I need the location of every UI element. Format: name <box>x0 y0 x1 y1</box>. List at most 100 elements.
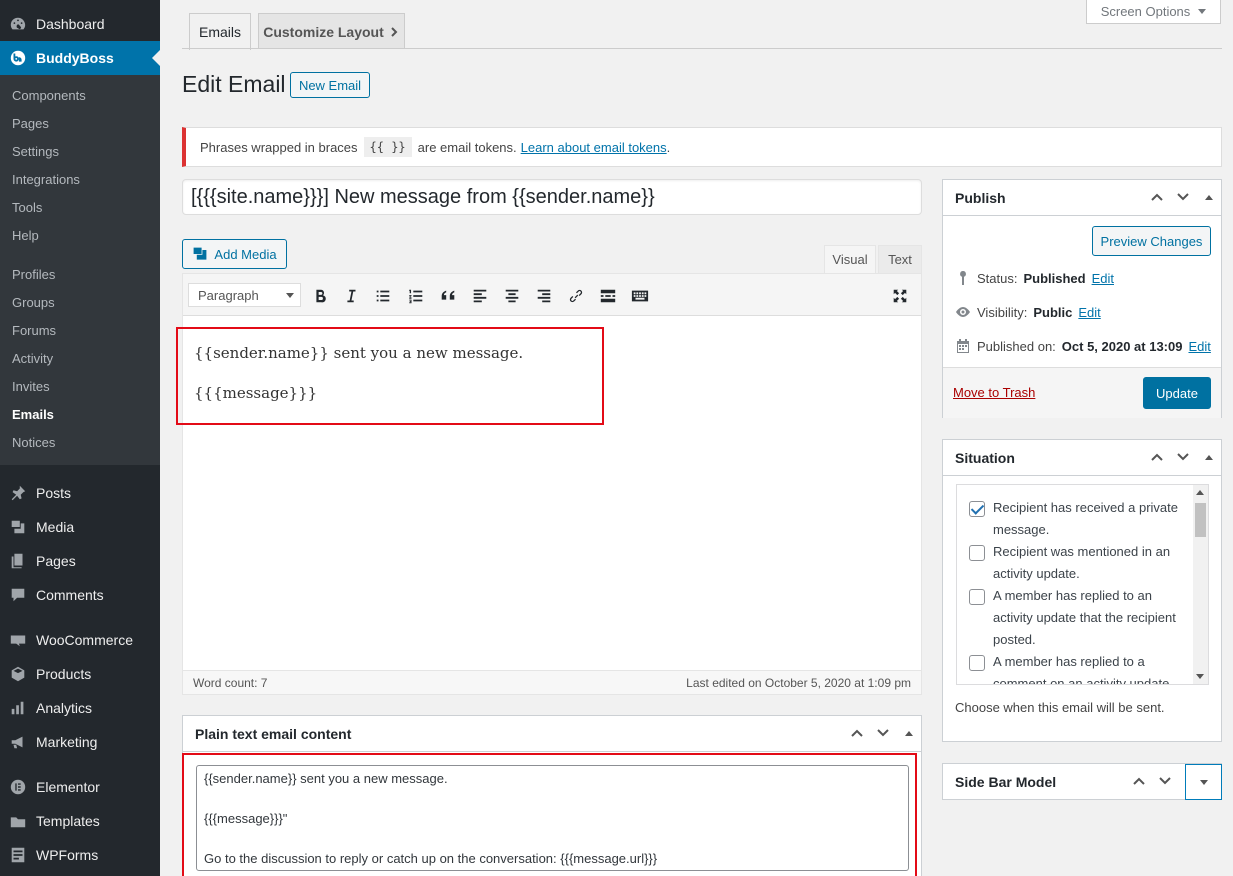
postbox-controls <box>849 725 913 741</box>
chevron-down-icon[interactable] <box>1157 773 1173 789</box>
chevron-down-icon[interactable] <box>875 725 891 741</box>
tab-divider <box>182 48 1222 49</box>
chevron-down-icon[interactable] <box>1175 449 1191 465</box>
fullscreen-button[interactable] <box>887 283 913 309</box>
wpforms-icon <box>0 846 36 864</box>
link-icon <box>569 289 583 303</box>
blockquote-button[interactable] <box>435 283 461 309</box>
sidebar-item-products[interactable]: Products <box>0 657 160 691</box>
submenu-item-help[interactable]: Help <box>12 226 39 246</box>
submenu-item-tools[interactable]: Tools <box>12 198 42 218</box>
align-center-button[interactable] <box>499 283 525 309</box>
editor-toolbar: Paragraph <box>183 274 921 316</box>
sidebar-item-label: Comments <box>36 587 104 603</box>
published-edit-link[interactable]: Edit <box>1188 339 1210 354</box>
submenu-item-settings[interactable]: Settings <box>12 142 59 162</box>
align-right-button[interactable] <box>531 283 557 309</box>
collapse-toggle-icon[interactable] <box>905 730 913 736</box>
update-button[interactable]: Update <box>1143 377 1211 409</box>
situation-checkbox[interactable] <box>969 655 985 671</box>
scroll-up-icon[interactable] <box>1196 490 1204 495</box>
scrollbar-thumb[interactable] <box>1195 503 1206 537</box>
align-left-button[interactable] <box>467 283 493 309</box>
italic-icon <box>347 289 356 303</box>
media-icon <box>0 518 36 536</box>
sidebar-item-media[interactable]: Media <box>0 510 160 544</box>
expand-toggle-button[interactable] <box>1185 764 1222 800</box>
situation-checkbox[interactable] <box>969 501 985 517</box>
email-subject-input[interactable]: [{{{site.name}}}] New message from {{sen… <box>182 179 922 215</box>
sidebar-item-analytics[interactable]: Analytics <box>0 691 160 725</box>
chevron-up-icon[interactable] <box>1131 773 1147 789</box>
sidebar-item-label: Products <box>36 666 92 682</box>
submenu-item-forums[interactable]: Forums <box>12 321 56 341</box>
admin-sidebar: Dashboard BuddyBoss Components Pages Set… <box>0 0 160 876</box>
submenu-item-invites[interactable]: Invites <box>12 377 50 397</box>
situation-checkbox[interactable] <box>969 589 985 605</box>
sidebar-item-dashboard[interactable]: Dashboard <box>0 7 160 41</box>
submenu-item-pages[interactable]: Pages <box>12 114 49 134</box>
sidebar-item-elementor[interactable]: Elementor <box>0 770 160 804</box>
submenu-item-integrations[interactable]: Integrations <box>12 170 80 190</box>
comments-icon <box>0 586 36 604</box>
woocommerce-icon <box>0 631 36 649</box>
tab-visual[interactable]: Visual <box>824 245 876 273</box>
sidebar-item-buddyboss[interactable]: BuddyBoss <box>0 41 160 75</box>
italic-button[interactable] <box>338 283 364 309</box>
collapse-toggle-icon[interactable] <box>1205 194 1213 200</box>
sidebar-item-comments[interactable]: Comments <box>0 578 160 612</box>
add-media-button[interactable]: Add Media <box>182 239 287 269</box>
bold-button[interactable] <box>307 283 333 309</box>
collapse-toggle-icon[interactable] <box>1205 454 1213 460</box>
chevron-up-icon[interactable] <box>849 725 865 741</box>
move-to-trash-link[interactable]: Move to Trash <box>953 385 1035 400</box>
chevron-up-icon[interactable] <box>1149 189 1165 205</box>
toolbar-toggle-button[interactable] <box>627 283 653 309</box>
submenu-item-emails[interactable]: Emails <box>12 405 54 425</box>
insert-link-button[interactable] <box>563 283 589 309</box>
pin-icon <box>960 271 966 285</box>
submenu-item-components[interactable]: Components <box>12 86 86 106</box>
submenu-item-activity[interactable]: Activity <box>12 349 53 369</box>
situation-item[interactable]: A member has replied to a comment on an … <box>969 651 1189 684</box>
screen-options-button[interactable]: Screen Options <box>1086 0 1221 24</box>
submenu-item-profiles[interactable]: Profiles <box>12 265 55 285</box>
chevron-up-icon[interactable] <box>1149 449 1165 465</box>
learn-tokens-link[interactable]: Learn about email tokens <box>521 140 667 155</box>
sidebar-item-posts[interactable]: Posts <box>0 476 160 510</box>
bullet-list-button[interactable] <box>370 283 396 309</box>
elementor-icon <box>0 778 36 796</box>
sidebar-item-label: Dashboard <box>36 16 105 32</box>
sidebar-item-pages[interactable]: Pages <box>0 544 160 578</box>
sidebar-item-templates[interactable]: Templates <box>0 804 160 838</box>
tab-emails[interactable]: Emails <box>189 13 251 50</box>
sidebar-item-wpforms[interactable]: WPForms <box>0 838 160 872</box>
situation-item[interactable]: Recipient has received a private message… <box>969 497 1189 541</box>
chevron-down-icon[interactable] <box>1175 189 1191 205</box>
submenu-item-groups[interactable]: Groups <box>12 293 55 313</box>
format-select[interactable]: Paragraph <box>188 283 301 307</box>
notice-text: Phrases wrapped in braces <box>200 139 358 155</box>
situation-checkbox[interactable] <box>969 545 985 561</box>
sidebar-item-woocommerce[interactable]: WooCommerce <box>0 623 160 657</box>
tab-customize-layout[interactable]: Customize Layout <box>258 13 405 49</box>
visibility-edit-link[interactable]: Edit <box>1078 305 1100 320</box>
new-email-button[interactable]: New Email <box>290 72 370 98</box>
situation-item[interactable]: A member has replied to an activity upda… <box>969 585 1189 651</box>
preview-changes-button[interactable]: Preview Changes <box>1092 226 1211 256</box>
tab-text[interactable]: Text <box>878 245 922 273</box>
submenu-item-notices[interactable]: Notices <box>12 433 55 453</box>
sidebar-item-marketing[interactable]: Marketing <box>0 725 160 759</box>
caret-down-icon <box>1199 779 1208 785</box>
situation-scrollbar[interactable] <box>1193 485 1208 684</box>
sidebar-item-label: Analytics <box>36 700 93 716</box>
numbered-list-button[interactable] <box>403 283 429 309</box>
calendar-icon <box>957 339 969 353</box>
sidebar-item-label: Posts <box>36 485 72 501</box>
read-more-button[interactable] <box>595 283 621 309</box>
status-edit-link[interactable]: Edit <box>1092 271 1114 286</box>
fullscreen-icon <box>893 289 907 303</box>
scroll-down-icon[interactable] <box>1196 674 1204 679</box>
keyboard-icon <box>631 290 649 302</box>
situation-item[interactable]: Recipient was mentioned in an activity u… <box>969 541 1189 585</box>
